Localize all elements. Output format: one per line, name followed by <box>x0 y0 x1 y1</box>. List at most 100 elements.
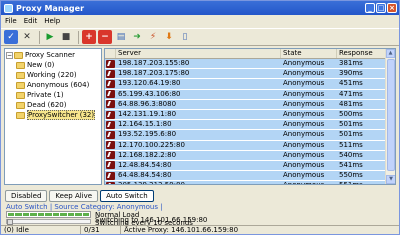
table-row[interactable]: 64.88.96.3:8080 Anonymous 481ms <box>105 99 395 110</box>
play-icon[interactable]: ▶ <box>43 30 57 44</box>
table-row[interactable]: 142.131.19.1:80 Anonymous 500ms <box>105 109 395 121</box>
minimize-button[interactable]: _ <box>365 3 375 13</box>
column-header-response[interactable]: Response <box>337 49 387 58</box>
cell-response: 471ms <box>339 89 363 98</box>
cell-response: 390ms <box>339 69 363 78</box>
close-button[interactable]: × <box>387 3 397 13</box>
tree-item-dead[interactable]: Dead (620) <box>6 100 101 110</box>
tree-item-proxyswitcher[interactable]: ProxySwitcher (32) <box>6 110 101 120</box>
toolbar: ✓ ✕ ▶ ■ + − ▤ ➜ ⚡ ⬇ ▯ <box>1 28 399 46</box>
menu-help[interactable]: Help <box>44 17 60 25</box>
cell-server: 198.187.203.155:80 <box>118 59 190 68</box>
column-header-icon[interactable] <box>105 49 116 58</box>
scroll-down-icon[interactable]: ▼ <box>386 175 395 184</box>
table-row[interactable]: 198.187.203.175:80 Anonymous 390ms <box>105 69 395 80</box>
cell-response: 511ms <box>339 140 363 149</box>
interval-slider[interactable] <box>6 219 91 225</box>
table-row[interactable]: 65.199.43.106:80 Anonymous 471ms <box>105 89 395 100</box>
tree-item-private[interactable]: Private (1) <box>6 90 101 100</box>
switching-to-text: Switching to 146.101.66.159:80 <box>95 216 208 224</box>
proxy-icon <box>106 181 115 184</box>
table-row[interactable]: 12.170.100.225:80 Anonymous 511ms <box>105 140 395 151</box>
cell-response: 501ms <box>339 120 363 129</box>
cell-state: Anonymous <box>281 181 337 184</box>
cell-server: 205.139.212.59:80 <box>116 181 281 184</box>
tree-item-working[interactable]: Working (220) <box>6 70 101 80</box>
tree-item-label: Dead (620) <box>27 101 67 109</box>
panel-header[interactable]: Auto Switch | Source Category: Anonymous… <box>4 203 396 211</box>
load-segment <box>37 213 45 216</box>
checkbox-icon[interactable]: ✓ <box>4 30 18 44</box>
table-row[interactable]: 64.48.84.54:80 Anonymous 550ms <box>105 171 395 182</box>
add-icon[interactable]: + <box>82 30 96 44</box>
cell-server: 193.120.64.19:80 <box>118 79 181 88</box>
collapse-icon[interactable]: − <box>6 51 13 59</box>
export-icon[interactable]: ▤ <box>114 30 128 44</box>
scroll-thumb[interactable] <box>387 59 395 171</box>
tree-item-label: Anonymous (604) <box>27 81 90 89</box>
cell-response: 551ms <box>337 181 387 184</box>
title-bar[interactable]: Proxy Manager _ □ × <box>1 1 399 15</box>
cell-state: Anonymous <box>283 130 325 139</box>
cell-server: 193.52.195.6:80 <box>118 130 177 139</box>
remove-icon[interactable]: − <box>98 30 112 44</box>
folder-open-icon <box>14 51 23 59</box>
carrot-icon[interactable]: ⬇ <box>162 30 176 44</box>
load-segment <box>45 213 52 216</box>
mode-tabs: Disabled Keep Alive Auto Switch <box>5 190 154 203</box>
column-header-server[interactable]: Server <box>116 49 281 58</box>
load-segment <box>22 213 30 216</box>
cell-state: Anonymous <box>283 99 325 108</box>
table-row[interactable]: 205.139.212.59:80Anonymous551ms <box>105 181 395 184</box>
cell-state: Anonymous <box>283 69 325 78</box>
folder-icon <box>16 101 25 109</box>
load-segment <box>75 213 82 216</box>
tree-item-label: New (0) <box>27 61 55 69</box>
list-header: Server State Response <box>105 49 395 59</box>
table-row[interactable]: 193.52.195.6:80 Anonymous 501ms <box>105 130 395 141</box>
proxy-icon <box>106 90 115 99</box>
proxy-manager-window: Proxy Manager _ □ × File Edit Help ✓ ✕ ▶… <box>0 0 400 235</box>
table-row[interactable]: 198.187.203.155:80 Anonymous 381ms <box>105 59 395 70</box>
proxy-icon <box>106 120 115 129</box>
folder-icon <box>16 61 25 69</box>
vertical-scrollbar[interactable]: ▲ ▼ <box>385 49 395 184</box>
menu-edit[interactable]: Edit <box>24 17 38 25</box>
cell-state: Anonymous <box>283 160 325 169</box>
table-row[interactable]: 193.120.64.19:80 Anonymous 451ms <box>105 79 395 90</box>
document-icon[interactable]: ▯ <box>178 30 192 44</box>
delete-x-icon[interactable]: ✕ <box>20 30 34 44</box>
table-row[interactable]: 12.164.15.1:80 Anonymous 501ms <box>105 120 395 131</box>
cell-server: 12.48.84.54:80 <box>118 160 172 169</box>
scroll-up-icon[interactable]: ▲ <box>386 49 395 58</box>
forward-icon[interactable]: ➜ <box>130 30 144 44</box>
table-row[interactable]: 12.48.84.54:80 Anonymous 541ms <box>105 160 395 172</box>
tab-auto-switch[interactable]: Auto Switch <box>100 190 154 202</box>
proxy-list: Server State Response 198.187.203.155:80… <box>104 48 396 185</box>
tree-item-anonymous[interactable]: Anonymous (604) <box>6 80 101 90</box>
tree-root[interactable]: − Proxy Scanner <box>6 50 101 60</box>
menu-file[interactable]: File <box>5 17 17 25</box>
maximize-button[interactable]: □ <box>376 3 386 13</box>
cell-state: Anonymous <box>283 171 325 180</box>
proxy-icon <box>106 79 115 88</box>
cell-server: 12.170.100.225:80 <box>118 140 185 149</box>
load-segment <box>52 213 60 216</box>
stop-icon[interactable]: ■ <box>59 30 73 44</box>
broom-icon[interactable]: ⚡ <box>146 30 160 44</box>
tab-keep-alive[interactable]: Keep Alive <box>49 190 99 202</box>
cell-server: 142.131.19.1:80 <box>118 110 177 119</box>
menu-bar: File Edit Help <box>1 15 399 27</box>
cell-server: 12.168.182.2:80 <box>118 150 177 159</box>
cell-state: Anonymous <box>283 150 325 159</box>
column-header-state[interactable]: State <box>281 49 337 58</box>
tree-item-new[interactable]: New (0) <box>6 60 101 70</box>
load-segment <box>15 213 22 216</box>
proxy-icon <box>106 110 115 119</box>
list-body: 198.187.203.155:80 Anonymous 381ms 198.187.… <box>105 59 395 184</box>
cell-state: Anonymous <box>283 110 325 119</box>
cell-server: 64.48.84.54:80 <box>118 171 172 180</box>
table-row[interactable]: 12.168.182.2:80 Anonymous 540ms <box>105 150 395 161</box>
cell-state: Anonymous <box>283 140 325 149</box>
tab-disabled[interactable]: Disabled <box>5 190 48 202</box>
